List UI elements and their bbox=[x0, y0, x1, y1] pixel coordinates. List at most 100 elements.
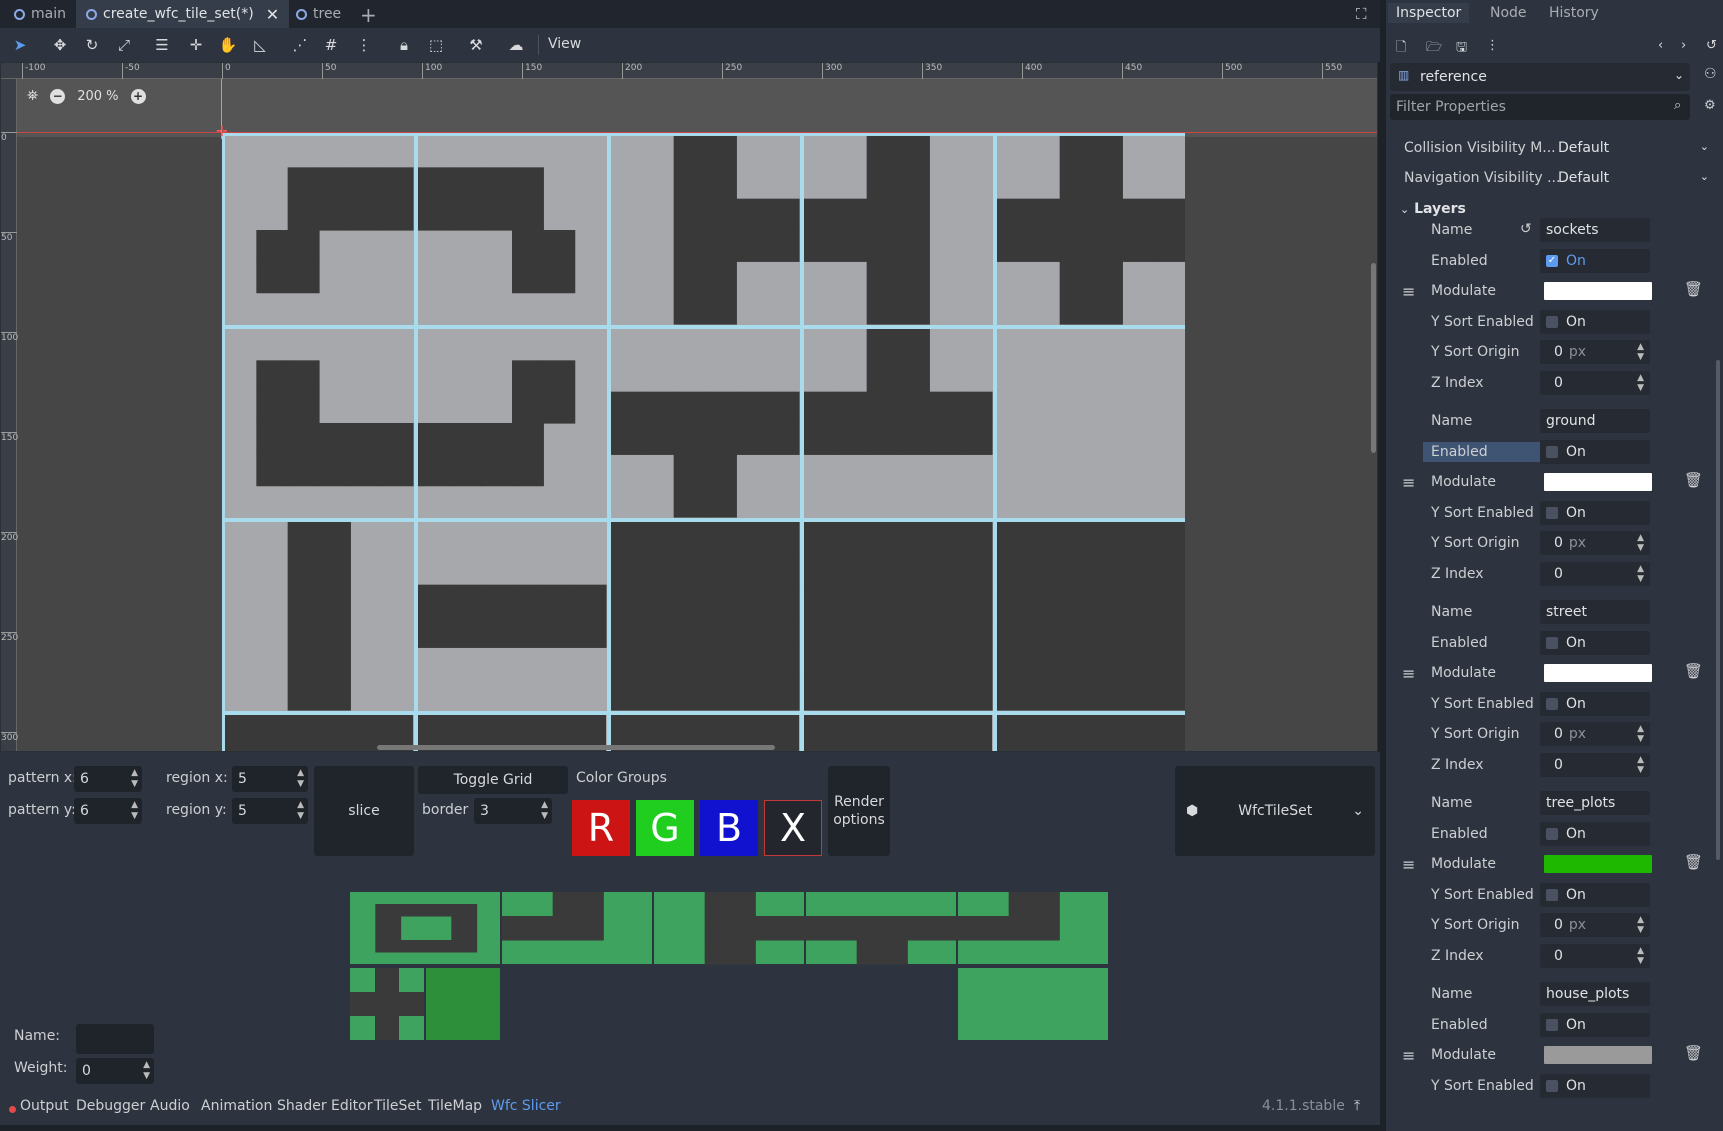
tab-history[interactable]: History bbox=[1541, 3, 1607, 23]
zoom-in-icon[interactable]: + bbox=[130, 88, 146, 104]
zoom-out-icon[interactable]: − bbox=[50, 88, 66, 104]
spin-arrows-icon[interactable]: ▲ ▼ bbox=[297, 800, 304, 822]
spin-arrows-icon[interactable]: ▲ ▼ bbox=[143, 1060, 150, 1082]
bottom-tab-output[interactable]: Output bbox=[20, 1098, 69, 1114]
layer-name-field[interactable]: street bbox=[1540, 600, 1650, 624]
open-folder-icon[interactable]: 🗁 bbox=[1426, 38, 1442, 60]
ruler-vertical[interactable]: 0 50 100 150 200 250 300 bbox=[1, 79, 18, 751]
tileset-type-select[interactable]: ⬢ WfcTileSet ⌄ bbox=[1175, 766, 1375, 856]
object-properties-icon[interactable]: ⚇ bbox=[1704, 66, 1717, 82]
save-icon[interactable]: 🖫 bbox=[1456, 38, 1467, 60]
close-tab-icon[interactable]: ✕ bbox=[266, 5, 279, 24]
layer-modulate-swatch[interactable] bbox=[1544, 282, 1652, 300]
pattern-x-spinbox[interactable]: 6 ▲ ▼ bbox=[74, 766, 142, 792]
bone-icon[interactable]: ⚒ bbox=[466, 35, 486, 55]
group-icon[interactable]: ⬚ bbox=[426, 35, 446, 55]
list-select-icon[interactable]: ☰ bbox=[152, 35, 172, 55]
bottom-tab-tileset[interactable]: TileSet bbox=[374, 1098, 422, 1114]
layer-y-sort-origin-spinbox[interactable]: 0 px ▲ ▼ bbox=[1540, 340, 1650, 364]
layer-y-sort-origin-spinbox[interactable]: 0 px ▲ ▼ bbox=[1540, 913, 1650, 937]
bottom-tab-debugger[interactable]: Debugger bbox=[76, 1098, 145, 1114]
filter-properties-input[interactable]: Filter Properties bbox=[1390, 94, 1690, 120]
spin-arrows-icon[interactable]: ▲ ▼ bbox=[131, 768, 138, 790]
delete-layer-icon[interactable]: 🗑︎ bbox=[1684, 853, 1703, 871]
spin-arrows-icon[interactable]: ▲ ▼ bbox=[1637, 724, 1644, 744]
drag-handle-icon[interactable]: ≡ bbox=[1402, 1046, 1415, 1065]
spin-arrows-icon[interactable]: ▲ ▼ bbox=[1637, 755, 1644, 775]
revert-icon[interactable]: ↺ bbox=[1520, 221, 1532, 237]
spin-arrows-icon[interactable]: ▲ ▼ bbox=[1637, 946, 1644, 966]
layer-name-field[interactable]: sockets bbox=[1540, 218, 1650, 242]
weight-spinbox[interactable]: 0 ▲ ▼ bbox=[76, 1058, 154, 1084]
delete-layer-icon[interactable]: 🗑︎ bbox=[1684, 280, 1703, 298]
add-tab-icon[interactable]: + bbox=[360, 3, 377, 27]
spin-arrows-icon[interactable]: ▲ ▼ bbox=[131, 800, 138, 822]
tab-main[interactable]: main bbox=[4, 0, 76, 28]
drag-handle-icon[interactable]: ≡ bbox=[1402, 664, 1415, 683]
tab-create-wfc-tile-set[interactable]: create_wfc_tile_set(*) ✕ bbox=[76, 0, 290, 28]
view-menu[interactable]: View bbox=[548, 36, 581, 52]
vertical-scrollbar[interactable] bbox=[1371, 263, 1376, 453]
smart-snap-icon[interactable]: ⋰ bbox=[290, 35, 310, 55]
bottom-tab-audio[interactable]: Audio bbox=[150, 1098, 190, 1114]
forward-icon[interactable]: › bbox=[1681, 38, 1686, 53]
history-icon[interactable]: ↺ bbox=[1706, 38, 1717, 53]
spin-arrows-icon[interactable]: ▲ ▼ bbox=[1637, 564, 1644, 584]
new-resource-icon[interactable]: 🗋 bbox=[1396, 38, 1406, 60]
distraction-free-icon[interactable]: ⛶ bbox=[1356, 5, 1367, 23]
layer-y-sort-origin-spinbox[interactable]: 0 px ▲ ▼ bbox=[1540, 722, 1650, 746]
delete-layer-icon[interactable]: 🗑︎ bbox=[1684, 1044, 1703, 1062]
layer-modulate-swatch[interactable] bbox=[1544, 664, 1652, 682]
move-mode-icon[interactable]: ✥ bbox=[50, 35, 70, 55]
layer-enabled-checkbox[interactable]: ✓ On bbox=[1540, 248, 1650, 273]
tab-inspector[interactable]: Inspector bbox=[1388, 3, 1470, 23]
tab-tree[interactable]: tree bbox=[286, 0, 351, 28]
property-filter-icon[interactable]: ⚙ bbox=[1704, 98, 1716, 113]
layer-y-sort-checkbox[interactable]: On bbox=[1540, 691, 1650, 716]
snap-options-icon[interactable]: ⋮ bbox=[354, 35, 374, 55]
delete-layer-icon[interactable]: 🗑︎ bbox=[1684, 662, 1703, 680]
tab-node[interactable]: Node bbox=[1482, 3, 1535, 23]
drag-handle-icon[interactable]: ≡ bbox=[1402, 282, 1415, 301]
scale-mode-icon[interactable]: ⤢ bbox=[114, 35, 134, 55]
grid-snap-icon[interactable]: # bbox=[321, 35, 341, 55]
center-view-icon[interactable]: ⛯ bbox=[27, 88, 38, 104]
horizontal-scrollbar[interactable] bbox=[377, 745, 775, 750]
spin-arrows-icon[interactable]: ▲ ▼ bbox=[1637, 533, 1644, 553]
layer-z-index-spinbox[interactable]: 0 ▲ ▼ bbox=[1540, 561, 1650, 586]
layer-modulate-swatch[interactable] bbox=[1544, 473, 1652, 491]
property-dropdown[interactable]: Default ⌄ bbox=[1558, 140, 1713, 156]
pivot-icon[interactable]: ✛ bbox=[186, 35, 206, 55]
render-options-button[interactable]: Render options bbox=[828, 766, 890, 856]
camera-override-icon[interactable]: ☁ bbox=[506, 35, 526, 55]
more-options-icon[interactable]: ⋮ bbox=[1486, 38, 1499, 53]
drag-handle-icon[interactable]: ≡ bbox=[1402, 855, 1415, 874]
bottom-tab-tilemap[interactable]: TileMap bbox=[428, 1098, 482, 1114]
color-group-x-button[interactable]: X bbox=[764, 800, 822, 856]
layer-enabled-checkbox[interactable]: On bbox=[1540, 821, 1650, 846]
layer-z-index-spinbox[interactable]: 0 ▲ ▼ bbox=[1540, 370, 1650, 395]
layer-name-field[interactable]: house_plots bbox=[1540, 982, 1650, 1006]
spin-arrows-icon[interactable]: ▲ ▼ bbox=[1637, 373, 1644, 393]
color-group-g-button[interactable]: G bbox=[636, 800, 694, 856]
layer-name-field[interactable]: tree_plots bbox=[1540, 791, 1650, 815]
bottom-tab-shader-editor[interactable]: Shader Editor bbox=[277, 1098, 372, 1114]
layer-enabled-checkbox[interactable]: On bbox=[1540, 630, 1650, 655]
layer-enabled-checkbox[interactable]: On bbox=[1540, 439, 1650, 464]
layer-z-index-spinbox[interactable]: 0 ▲ ▼ bbox=[1540, 752, 1650, 777]
back-icon[interactable]: ‹ bbox=[1658, 38, 1663, 53]
spin-arrows-icon[interactable]: ▲ ▼ bbox=[297, 768, 304, 790]
bottom-tab-wfc-slicer[interactable]: Wfc Slicer bbox=[491, 1098, 561, 1114]
layer-y-sort-checkbox[interactable]: On bbox=[1540, 309, 1650, 334]
region-x-spinbox[interactable]: 5 ▲ ▼ bbox=[232, 766, 308, 792]
zoom-level[interactable]: 200 % bbox=[77, 89, 118, 104]
layer-modulate-swatch[interactable] bbox=[1544, 855, 1652, 873]
ruler-horizontal[interactable]: -100 -50 0 50 100 150 200 250 300 350 400 450 500 550 bbox=[1, 63, 1377, 79]
layer-y-sort-checkbox[interactable]: On bbox=[1540, 500, 1650, 525]
spin-arrows-icon[interactable]: ▲ ▼ bbox=[1637, 342, 1644, 362]
toggle-grid-button[interactable]: Toggle Grid bbox=[418, 766, 568, 794]
layers-section-header[interactable]: ⌄ Layers bbox=[1400, 201, 1466, 217]
layer-z-index-spinbox[interactable]: 0 ▲ ▼ bbox=[1540, 943, 1650, 968]
slice-button[interactable]: slice bbox=[314, 766, 414, 856]
color-group-b-button[interactable]: B bbox=[700, 800, 758, 856]
